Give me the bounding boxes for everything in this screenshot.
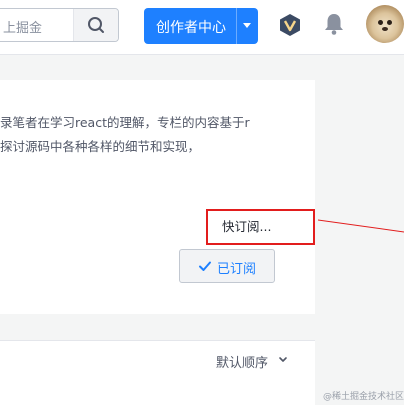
user-avatar[interactable]	[366, 5, 404, 43]
top-nav-bar: 上掘金 创作者中心	[0, 0, 404, 55]
creator-center-button[interactable]: 创作者中心	[144, 8, 258, 44]
subscribed-button[interactable]: 已订阅	[179, 249, 275, 283]
subscribed-label: 已订阅	[217, 262, 257, 277]
watermark-text: @稀土掘金技术社区	[323, 392, 404, 402]
description-line-1: 录笔者在学习react的理解，专栏的内容基于r	[0, 115, 250, 130]
avatar-eye	[387, 20, 392, 25]
search-box[interactable]: 上掘金	[0, 8, 119, 42]
creator-button-divider	[236, 8, 237, 44]
search-icon	[88, 17, 104, 33]
vip-badge-icon[interactable]	[278, 13, 302, 37]
avatar-eye	[378, 20, 383, 25]
chevron-down-icon[interactable]	[278, 356, 288, 364]
article-list-card	[0, 340, 315, 405]
creator-center-label: 创作者中心	[156, 20, 226, 36]
sort-order-dropdown[interactable]: 默认顺序	[216, 352, 268, 371]
annotation-arrow-line	[318, 219, 404, 233]
chevron-down-icon[interactable]	[243, 23, 251, 28]
annotation-highlight-box	[206, 209, 315, 245]
search-input-placeholder[interactable]: 上掘金	[3, 17, 42, 36]
column-description: 录笔者在学习react的理解，专栏的内容基于r 探讨源码中各种各样的细节和实现，	[0, 111, 315, 159]
search-button[interactable]	[73, 9, 118, 41]
description-line-2: 探讨源码中各种各样的细节和实现，	[0, 139, 201, 154]
avatar-nose	[382, 27, 388, 31]
check-icon	[199, 261, 211, 271]
bell-icon[interactable]	[323, 12, 345, 36]
